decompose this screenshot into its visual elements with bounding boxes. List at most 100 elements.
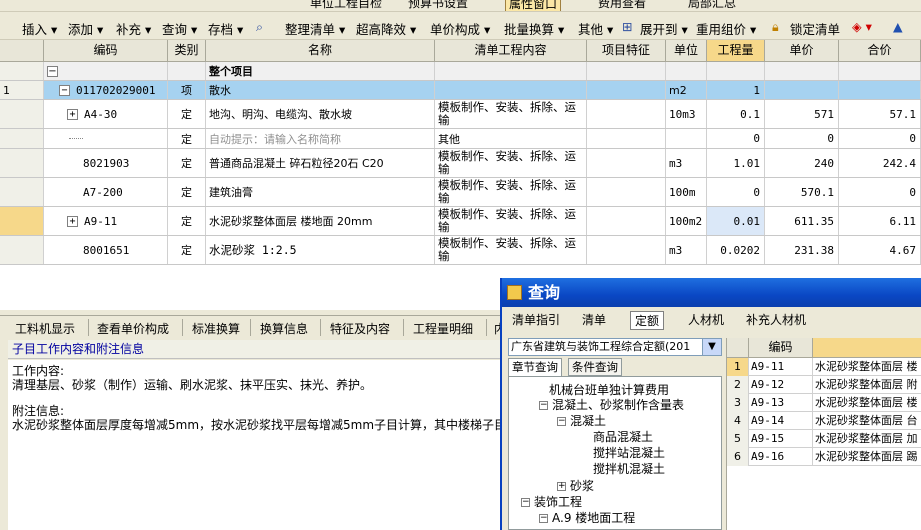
unit-check-button[interactable]: 单位工程自检	[310, 0, 382, 11]
result-row[interactable]: 2 A9-12 水泥砂浆整体面层 附	[727, 376, 921, 394]
result-row[interactable]: 6 A9-16 水泥砂浆整体面层 踢	[727, 448, 921, 466]
tree-item[interactable]: 搅拌机混凝土	[593, 462, 665, 477]
row-code: 8001651	[44, 236, 168, 264]
row-total: 0	[839, 129, 921, 148]
batch-convert-button[interactable]: 批量换算 ▾	[504, 19, 564, 38]
grid-header-feature[interactable]: 项目特征	[587, 40, 666, 62]
collapse-icon[interactable]: −	[47, 65, 58, 77]
expand-icon[interactable]: +	[557, 482, 566, 491]
tab-condition-search[interactable]: 条件查询	[568, 358, 622, 376]
row-code: 8021903	[44, 149, 168, 177]
grid-header-qty[interactable]: 工程量	[707, 40, 765, 62]
table-row[interactable]: + A4-30 定 地沟、明沟、电缆沟、散水坡 模板制作、安装、拆除、运输 10m…	[0, 100, 921, 129]
tab-materials[interactable]: 工料机显示	[15, 320, 75, 337]
table-row[interactable]: + A9-11 定 水泥砂浆整体面层 楼地面 20mm 模板制作、安装、拆除、运输…	[0, 207, 921, 236]
table-row[interactable]: A7-200 定 建筑油膏 模板制作、安装、拆除、运输 100m 0 570.1…	[0, 178, 921, 207]
grid-header-content[interactable]: 清单工程内容	[435, 40, 587, 62]
row-name-hint[interactable]: 自动提示：请输入名称简称	[206, 129, 435, 148]
collapse-icon[interactable]: −	[59, 84, 70, 96]
arrow-up-icon[interactable]: ▲	[893, 19, 903, 34]
row-code: 011702029001	[76, 83, 156, 97]
tab-features[interactable]: 特征及内容	[330, 320, 390, 337]
binoculars-icon[interactable]: ⌕	[256, 19, 263, 35]
query-button[interactable]: 查询 ▾	[162, 19, 197, 38]
property-window-button[interactable]: 属性窗口	[505, 0, 562, 11]
supplement-button[interactable]: 补充 ▾	[116, 19, 151, 38]
other-button[interactable]: 其他 ▾	[578, 19, 613, 38]
table-row[interactable]: 1 −011702029001 项 散水 m2 1	[0, 81, 921, 100]
tree-item[interactable]: 机械台班单独计算费用	[549, 383, 669, 398]
fill-color-icon[interactable]: ◈ ▾	[852, 19, 872, 34]
tree-item[interactable]: − 混凝土	[557, 414, 606, 429]
unit-price-button[interactable]: 单价构成 ▾	[430, 19, 490, 38]
grid-header-code[interactable]: 编码	[44, 40, 168, 62]
note-label: 附注信息:	[12, 404, 65, 418]
grid-header-unit[interactable]: 单位	[666, 40, 707, 62]
grid-header-type[interactable]: 类别	[168, 40, 206, 62]
row-unit: 10m3	[666, 100, 707, 128]
table-row[interactable]: 定 自动提示：请输入名称简称 其他 0 0 0	[0, 129, 921, 149]
tab-standard-convert[interactable]: 标准换算	[192, 320, 240, 337]
result-row[interactable]: 1 A9-11 水泥砂浆整体面层 楼	[727, 358, 921, 376]
table-row[interactable]: 8001651 定 水泥砂浆 1:2.5 模板制作、安装、拆除、运输 m3 0.…	[0, 236, 921, 265]
tab-quantity-detail[interactable]: 工程量明细	[413, 320, 473, 337]
tree-item[interactable]: 商品混凝土	[593, 430, 653, 445]
budget-settings-button[interactable]: 预算书设置	[408, 0, 468, 11]
archive-button[interactable]: 存档 ▾	[208, 19, 243, 38]
grid-header-total[interactable]: 合价	[839, 40, 921, 62]
row-qty[interactable]: 0.01	[707, 207, 765, 235]
work-text: 清理基层、砂浆（制作）运输、刷水泥浆、抹平压实、抹光、养护。	[12, 378, 373, 392]
result-header-code[interactable]: 编码	[749, 338, 813, 358]
lock-icon: 🔒︎	[772, 19, 779, 34]
result-row[interactable]: 5 A9-15 水泥砂浆整体面层 加	[727, 430, 921, 448]
tab-chapter-search[interactable]: 章节查询	[508, 358, 562, 376]
tree-item[interactable]: − 装饰工程	[521, 495, 582, 510]
grid-header-name[interactable]: 名称	[206, 40, 435, 62]
tree-item[interactable]: − A.9 楼地面工程	[539, 511, 635, 526]
tab-quota[interactable]: 定额	[630, 311, 665, 330]
local-summary-button[interactable]: 局部汇总	[688, 0, 736, 11]
fee-view-button[interactable]: 费用查看	[598, 0, 646, 11]
expand-icon[interactable]: +	[67, 108, 78, 120]
insert-button[interactable]: 插入 ▾	[22, 19, 57, 38]
tab-list[interactable]: 清单	[582, 311, 606, 328]
result-header-name[interactable]	[813, 338, 921, 358]
row-name: 整个项目	[206, 62, 435, 80]
collapse-icon[interactable]: −	[521, 498, 530, 507]
row-total: 4.67	[839, 236, 921, 264]
tab-list-guide[interactable]: 清单指引	[512, 311, 560, 328]
tab-unit-price[interactable]: 查看单价构成	[97, 320, 169, 337]
reuse-price-button[interactable]: 重用组价 ▾	[696, 19, 756, 38]
notes-header: 子目工作内容和附注信息	[8, 340, 503, 359]
tree-item[interactable]: − 混凝土、砂浆制作含量表	[539, 398, 684, 413]
library-select[interactable]: 广东省建筑与装饰工程综合定额(201	[508, 338, 722, 356]
tab-convert-info[interactable]: 换算信息	[260, 320, 308, 337]
row-unit: 100m	[666, 178, 707, 206]
collapse-icon[interactable]: −	[539, 514, 548, 523]
collapse-icon[interactable]: −	[557, 417, 566, 426]
tree-item[interactable]: 搅拌站混凝土	[593, 446, 665, 461]
grid-header-price[interactable]: 单价	[765, 40, 839, 62]
tab-supplement-material[interactable]: 补充人材机	[746, 311, 806, 328]
table-row[interactable]: 8021903 定 普通商品混凝土 碎石粒径20石 C20 模板制作、安装、拆除…	[0, 149, 921, 178]
row-price: 231.38	[765, 236, 839, 264]
expand-to-button[interactable]: 展开到 ▾	[640, 19, 688, 38]
collapse-icon[interactable]: −	[539, 401, 548, 410]
lock-list-button[interactable]: 锁定清单	[790, 19, 840, 38]
dialog-title-bar[interactable]: 查询	[502, 278, 921, 307]
chevron-down-icon[interactable]: ▼	[702, 338, 722, 356]
row-index: 1	[0, 81, 44, 99]
super-height-button[interactable]: 超高降效 ▾	[356, 19, 416, 38]
row-name: 建筑油膏	[206, 178, 435, 206]
tree-item[interactable]: + 砂浆	[557, 479, 594, 494]
tab-labor-material[interactable]: 人材机	[688, 311, 724, 328]
organize-list-button[interactable]: 整理清单 ▾	[285, 19, 345, 38]
row-price: 240	[765, 149, 839, 177]
main-toolbar: 插入 ▾ 添加 ▾ 补充 ▾ 查询 ▾ 存档 ▾ ⌕ 整理清单 ▾ 超高降效 ▾…	[0, 14, 921, 40]
table-row[interactable]: − 整个项目	[0, 62, 921, 81]
result-row[interactable]: 4 A9-14 水泥砂浆整体面层 台	[727, 412, 921, 430]
expand-icon[interactable]: +	[67, 215, 78, 227]
result-row[interactable]: 3 A9-13 水泥砂浆整体面层 楼	[727, 394, 921, 412]
row-total: 57.1	[839, 100, 921, 128]
add-button[interactable]: 添加 ▾	[68, 19, 103, 38]
